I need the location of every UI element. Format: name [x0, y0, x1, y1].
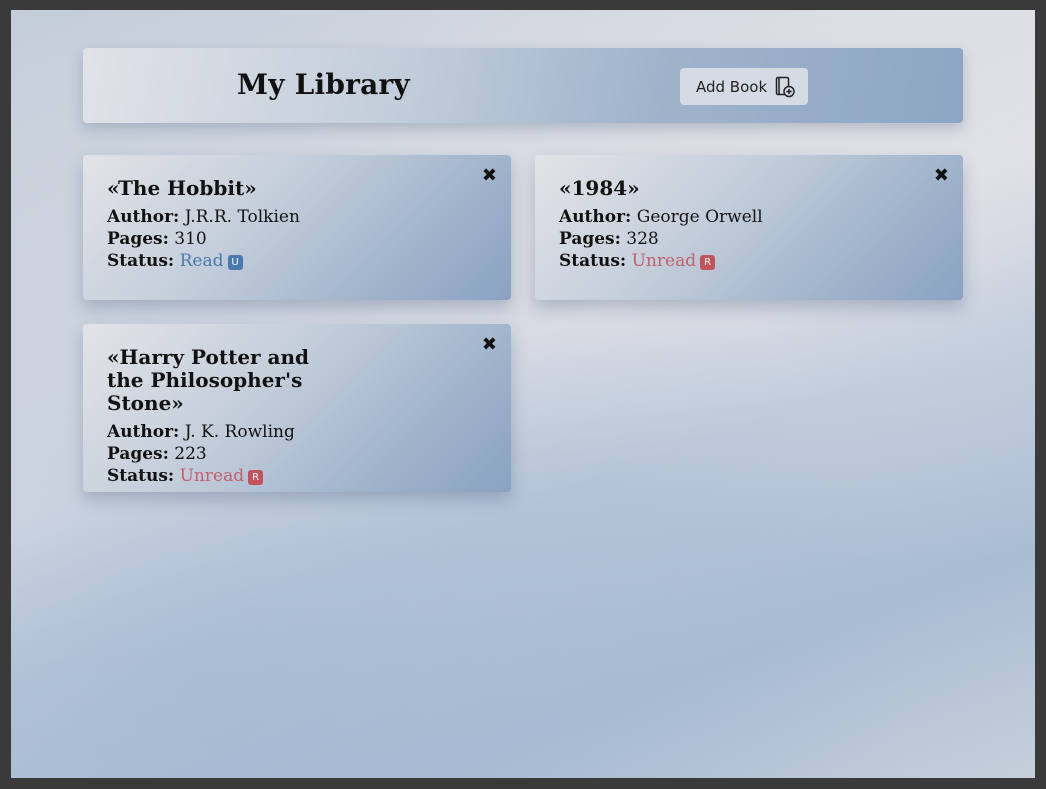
book-title: «The Hobbit» — [107, 176, 257, 200]
pages-label: Pages: — [107, 444, 169, 464]
book-pages: Pages: 328 — [559, 228, 939, 250]
add-book-label: Add Book — [696, 77, 768, 96]
remove-book-button[interactable]: ✖ — [482, 336, 497, 354]
add-book-button[interactable]: Add Book — [680, 68, 808, 105]
book-title: «Harry Potter and the Philosopher's Ston… — [107, 345, 310, 415]
book-title: «1984» — [559, 176, 640, 200]
remove-book-button[interactable]: ✖ — [482, 167, 497, 185]
status-label: Status: — [107, 466, 175, 486]
pages-value: 310 — [174, 229, 207, 249]
library-header: My Library Add Book — [83, 48, 963, 123]
book-author: Author: George Orwell — [559, 206, 939, 228]
status-label: Status: — [559, 251, 627, 271]
author-label: Author: — [107, 422, 180, 442]
book-card: ✖ «1984» Author: George Orwell Pages: 32… — [535, 155, 963, 300]
book-card: ✖ «The Hobbit» Author: J.R.R. Tolkien Pa… — [83, 155, 511, 300]
toggle-status-button[interactable]: R — [700, 255, 716, 270]
book-author: Author: J. K. Rowling — [107, 421, 487, 443]
remove-book-button[interactable]: ✖ — [934, 167, 949, 185]
pages-value: 223 — [174, 444, 207, 464]
book-pages: Pages: 223 — [107, 443, 487, 465]
status-value: Unread — [631, 251, 697, 271]
status-value: Read — [179, 251, 224, 271]
book-status: Status: Unread R — [559, 250, 939, 272]
status-label: Status: — [107, 251, 175, 271]
author-label: Author: — [559, 207, 632, 227]
book-status: Status: Read U — [107, 250, 487, 272]
add-book-icon — [775, 76, 795, 98]
toggle-status-button[interactable]: R — [248, 470, 264, 485]
author-value: J. K. Rowling — [184, 422, 295, 442]
library-page: My Library Add Book ✖ «The Hobbit» Autho… — [11, 10, 1035, 778]
pages-value: 328 — [626, 229, 659, 249]
book-pages: Pages: 310 — [107, 228, 487, 250]
book-card: ✖ «Harry Potter and the Philosopher's St… — [83, 324, 511, 492]
page-title: My Library — [237, 68, 410, 101]
author-label: Author: — [107, 207, 180, 227]
author-value: J.R.R. Tolkien — [184, 207, 300, 227]
pages-label: Pages: — [559, 229, 621, 249]
book-status: Status: Unread R — [107, 465, 487, 487]
toggle-status-button[interactable]: U — [227, 255, 243, 270]
book-author: Author: J.R.R. Tolkien — [107, 206, 487, 228]
status-value: Unread — [179, 466, 245, 486]
author-value: George Orwell — [636, 207, 763, 227]
pages-label: Pages: — [107, 229, 169, 249]
